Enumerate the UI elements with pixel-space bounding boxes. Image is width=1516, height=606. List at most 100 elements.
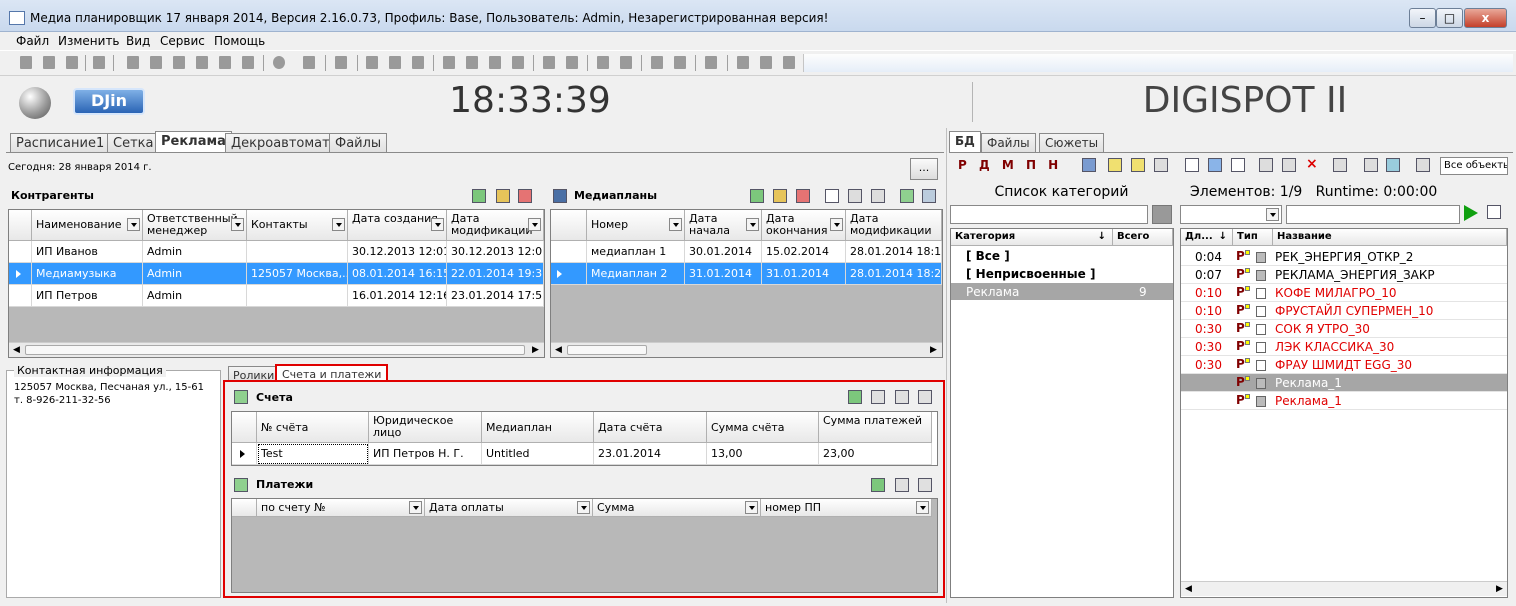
menu-file[interactable]: Файл xyxy=(16,34,49,48)
edit-mediaplan-icon[interactable] xyxy=(773,189,787,203)
check-icon[interactable] xyxy=(303,56,315,69)
find-icon[interactable] xyxy=(93,56,105,69)
delete-contractor-icon[interactable] xyxy=(518,189,532,203)
col-invoice-sum[interactable]: Сумма счёта xyxy=(707,412,819,443)
type-filter-icons[interactable]: P Д М П Н xyxy=(958,158,1062,172)
font-reset-icon[interactable] xyxy=(1154,158,1168,172)
list2-icon[interactable] xyxy=(1333,158,1347,172)
note-icon[interactable] xyxy=(512,56,524,69)
col-category[interactable]: Категория ↓ xyxy=(951,229,1113,246)
category-unassigned[interactable]: [ Неприсвоенные ] xyxy=(966,267,1095,281)
col-pay-date[interactable]: Дата оплаты xyxy=(425,499,593,517)
lock-icon[interactable] xyxy=(566,56,578,69)
col-start[interactable]: Дата начала xyxy=(685,210,762,241)
mic-icon[interactable] xyxy=(196,56,208,69)
element-row[interactable]: 0:10 P КОФЕ МИЛАГРО_10 xyxy=(1181,284,1507,302)
col-contacts[interactable]: Контакты xyxy=(247,210,348,241)
maximize-button[interactable]: □ xyxy=(1436,8,1463,28)
col-plan[interactable]: Медиаплан xyxy=(482,412,594,443)
end-icon[interactable] xyxy=(705,56,717,69)
tab-grid[interactable]: Сетка xyxy=(107,133,160,152)
col-pay-number[interactable]: номер ПП xyxy=(761,499,932,517)
element-row[interactable]: P Реклама_1 xyxy=(1181,374,1507,392)
date-picker-button[interactable]: ... xyxy=(910,158,938,180)
export-icon[interactable] xyxy=(900,189,914,203)
minus-icon[interactable] xyxy=(760,56,772,69)
play-icon[interactable] xyxy=(1464,205,1478,221)
category-all[interactable]: [ Все ] xyxy=(966,249,1010,263)
print-invoice-icon[interactable] xyxy=(918,390,932,404)
up-icon[interactable] xyxy=(651,56,663,69)
stop-icon[interactable] xyxy=(173,56,185,69)
prev-icon[interactable] xyxy=(597,56,609,69)
doc-icon[interactable] xyxy=(127,56,139,69)
info-icon[interactable] xyxy=(219,56,231,69)
block2-icon[interactable] xyxy=(389,56,401,69)
menu-edit[interactable]: Изменить xyxy=(58,34,120,48)
element-row[interactable]: P Реклама_1 xyxy=(1181,392,1507,410)
cut-icon[interactable] xyxy=(20,56,32,69)
category-search-button[interactable] xyxy=(1152,205,1172,224)
grid-view-icon[interactable] xyxy=(1416,158,1430,172)
add-payment-icon[interactable] xyxy=(871,478,885,492)
col-manager[interactable]: Ответственный менеджер xyxy=(143,210,247,241)
col-modified[interactable]: Дата модификации xyxy=(447,210,544,241)
document-icon[interactable] xyxy=(825,189,839,203)
copy2-icon[interactable] xyxy=(1259,158,1273,172)
col-mp-modified[interactable]: Дата модификации xyxy=(846,210,942,241)
details-icon[interactable] xyxy=(1487,205,1501,219)
elements-filter-combo[interactable] xyxy=(1180,205,1282,224)
col-end[interactable]: Дата окончания xyxy=(762,210,846,241)
col-number[interactable]: Номер xyxy=(587,210,685,241)
page-icon[interactable] xyxy=(1231,158,1245,172)
move-icon[interactable] xyxy=(466,56,478,69)
mail-icon[interactable] xyxy=(443,56,455,69)
col-created[interactable]: Дата создания xyxy=(348,210,447,241)
col-total[interactable]: Всего xyxy=(1113,229,1173,246)
cancel-icon[interactable] xyxy=(273,56,285,69)
element-row[interactable]: 0:30 P ФРАУ ШМИДТ EGG_30 xyxy=(1181,356,1507,374)
element-row[interactable]: 0:04 P РЕК_ЭНЕРГИЯ_ОТКР_2 xyxy=(1181,248,1507,266)
category-search-input[interactable] xyxy=(950,205,1148,224)
edit-contractor-icon[interactable] xyxy=(496,189,510,203)
menu-service[interactable]: Сервис xyxy=(160,34,205,48)
col-invoice-no[interactable]: № счёта xyxy=(257,412,369,443)
elements-search-input[interactable] xyxy=(1286,205,1460,224)
copy-icon[interactable] xyxy=(43,56,55,69)
col-name[interactable]: Наименование xyxy=(32,210,143,241)
delete-mediaplan-icon[interactable] xyxy=(796,189,810,203)
save-icon[interactable] xyxy=(543,56,555,69)
info-filter-icon[interactable] xyxy=(1082,158,1096,172)
element-row[interactable]: 0:30 P ЛЭК КЛАССИКА_30 xyxy=(1181,338,1507,356)
new-doc-icon[interactable] xyxy=(1185,158,1199,172)
category-ads[interactable]: Реклама xyxy=(966,285,1019,299)
contractors-hscrollbar[interactable]: ◀ ▶ xyxy=(9,342,544,357)
col-invoice-date[interactable]: Дата счёта xyxy=(594,412,707,443)
objects-combo[interactable]: Все объекты xyxy=(1440,157,1508,175)
element-row[interactable]: 0:10 P ФРУСТАЙЛ СУПЕРМЕН_10 xyxy=(1181,302,1507,320)
col-paid-sum[interactable]: Сумма платежей xyxy=(819,412,932,443)
col-duration[interactable]: Дл... ↓ xyxy=(1181,229,1233,246)
col-type[interactable]: Тип xyxy=(1233,229,1273,246)
edit-payment-icon[interactable] xyxy=(895,478,909,492)
refresh-icon[interactable] xyxy=(1386,158,1400,172)
paste2-icon[interactable] xyxy=(1282,158,1296,172)
col-pay-sum[interactable]: Сумма xyxy=(593,499,761,517)
columns-icon[interactable] xyxy=(150,56,162,69)
minimize-button[interactable]: – xyxy=(1409,8,1436,28)
tab-files[interactable]: Файлы xyxy=(329,133,388,152)
speaker-icon[interactable] xyxy=(737,56,749,69)
folder-icon[interactable] xyxy=(1208,158,1222,172)
comment-icon[interactable] xyxy=(242,56,254,69)
list-icon[interactable] xyxy=(783,56,795,69)
tab-schedule[interactable]: Расписание1 xyxy=(10,133,111,152)
insert-icon[interactable] xyxy=(335,56,347,69)
copy-mediaplan-icon[interactable] xyxy=(922,189,936,203)
down-icon[interactable] xyxy=(674,56,686,69)
col-element-name[interactable]: Название xyxy=(1273,229,1507,246)
menu-help[interactable]: Помощь xyxy=(214,34,265,48)
next-icon[interactable] xyxy=(620,56,632,69)
delete-payment-icon[interactable] xyxy=(918,478,932,492)
delete-invoice-icon[interactable] xyxy=(895,390,909,404)
elements-hscrollbar[interactable]: ◀ ▶ xyxy=(1181,581,1507,596)
